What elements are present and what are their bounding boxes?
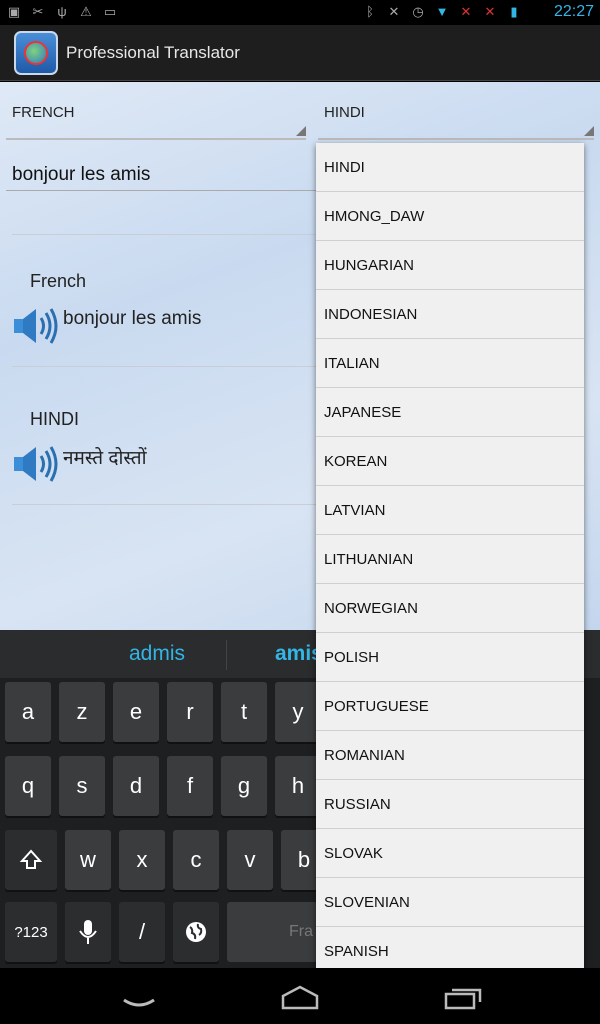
key-r[interactable]: r xyxy=(167,682,213,742)
divider xyxy=(12,234,316,235)
key-v[interactable]: v xyxy=(227,830,273,890)
language-switch-key[interactable] xyxy=(173,902,219,962)
key-d[interactable]: d xyxy=(113,756,159,816)
back-icon[interactable] xyxy=(114,982,164,1012)
source-speaker-icon[interactable] xyxy=(12,306,58,346)
action-bar: Professional Translator xyxy=(0,25,600,81)
source-spinner-arrow-icon xyxy=(296,126,306,136)
signal-1-icon: ✕ xyxy=(460,4,472,19)
dropdown-option[interactable]: KOREAN xyxy=(316,437,584,486)
key-x[interactable]: x xyxy=(119,830,165,890)
signal-2-icon: ✕ xyxy=(484,4,496,19)
battery-icon: ▮ xyxy=(510,4,518,19)
key-y[interactable]: y xyxy=(275,682,321,742)
symbols-key[interactable]: ?123 xyxy=(5,902,57,962)
dropdown-option[interactable]: SLOVENIAN xyxy=(316,878,584,927)
recent-apps-icon[interactable] xyxy=(438,982,488,1012)
key-a[interactable]: a xyxy=(5,682,51,742)
shift-arrow-icon xyxy=(19,849,43,869)
key-g[interactable]: g xyxy=(221,756,267,816)
suggestion-item[interactable]: admis xyxy=(129,642,185,666)
alarm-icon: ◷ xyxy=(412,4,424,19)
source-language-spinner[interactable]: FRENCH xyxy=(12,104,75,121)
dropdown-option[interactable]: HINDI xyxy=(316,143,584,192)
key-f[interactable]: f xyxy=(167,756,213,816)
dropdown-option[interactable]: HUNGARIAN xyxy=(316,241,584,290)
dropdown-option[interactable]: INDONESIAN xyxy=(316,290,584,339)
dropdown-option[interactable]: LITHUANIAN xyxy=(316,535,584,584)
key-e[interactable]: e xyxy=(113,682,159,742)
dropdown-option[interactable]: ROMANIAN xyxy=(316,731,584,780)
app-title: Professional Translator xyxy=(66,43,240,62)
source-text-input[interactable]: bonjour les amis xyxy=(12,164,150,186)
microphone-icon xyxy=(79,920,97,944)
target-result-language: HINDI xyxy=(30,409,79,429)
suggestion-divider xyxy=(226,640,227,670)
dropdown-option[interactable]: SPANISH xyxy=(316,927,584,968)
target-result-text: नमस्ते दोस्तों xyxy=(63,448,147,469)
key-z[interactable]: z xyxy=(59,682,105,742)
gallery-icon: ▣ xyxy=(7,4,21,19)
source-result-language: French xyxy=(30,271,87,291)
usb-icon: ψ xyxy=(57,4,67,19)
dropdown-option[interactable]: HMONG_DAW xyxy=(316,192,584,241)
source-result-text: bonjour les amis xyxy=(63,308,202,329)
tools-icon: ✂ xyxy=(32,4,44,19)
home-icon[interactable] xyxy=(275,982,325,1012)
dropdown-option[interactable]: JAPANESE xyxy=(316,388,584,437)
divider xyxy=(12,504,316,505)
keyboard-icon: ▭ xyxy=(103,4,117,19)
shift-key[interactable] xyxy=(5,830,57,890)
dropdown-option[interactable]: PORTUGUESE xyxy=(316,682,584,731)
wifi-icon: ▼ xyxy=(435,4,449,19)
source-spinner-underline xyxy=(6,138,306,140)
dropdown-option[interactable]: SLOVAK xyxy=(316,829,584,878)
divider xyxy=(12,366,316,367)
app-logo-icon[interactable] xyxy=(14,31,58,75)
key-s[interactable]: s xyxy=(59,756,105,816)
globe-icon xyxy=(186,922,206,942)
input-underline xyxy=(6,190,316,191)
key-t[interactable]: t xyxy=(221,682,267,742)
key-c[interactable]: c xyxy=(173,830,219,890)
warning-icon: ⚠ xyxy=(80,4,92,19)
dropdown-option[interactable]: LATVIAN xyxy=(316,486,584,535)
key-q[interactable]: q xyxy=(5,756,51,816)
dropdown-option[interactable]: POLISH xyxy=(316,633,584,682)
target-spinner-arrow-icon xyxy=(584,126,594,136)
dropdown-option[interactable]: ITALIAN xyxy=(316,339,584,388)
target-language-spinner[interactable]: HINDI xyxy=(324,104,365,121)
voice-input-key[interactable] xyxy=(65,902,111,962)
dropdown-option[interactable]: NORWEGIAN xyxy=(316,584,584,633)
status-bar: ▣ ✂ ψ ⚠ ▭ ᛒ ✕ ◷ ▼ ✕ ✕ ▮ 22:27 xyxy=(0,0,600,25)
target-speaker-icon[interactable] xyxy=(12,444,58,484)
slash-key[interactable]: / xyxy=(119,902,165,962)
space-key[interactable]: Fra xyxy=(227,902,317,962)
bluetooth-icon: ᛒ xyxy=(366,4,374,19)
dropdown-option[interactable]: RUSSIAN xyxy=(316,780,584,829)
key-w[interactable]: w xyxy=(65,830,111,890)
key-h[interactable]: h xyxy=(275,756,321,816)
navigation-bar xyxy=(0,968,600,1024)
mute-icon: ✕ xyxy=(388,4,400,19)
language-dropdown-list[interactable]: HINDI HMONG_DAW HUNGARIAN INDONESIAN ITA… xyxy=(316,143,584,968)
target-spinner-underline xyxy=(318,138,594,140)
status-time: 22:27 xyxy=(553,3,594,20)
